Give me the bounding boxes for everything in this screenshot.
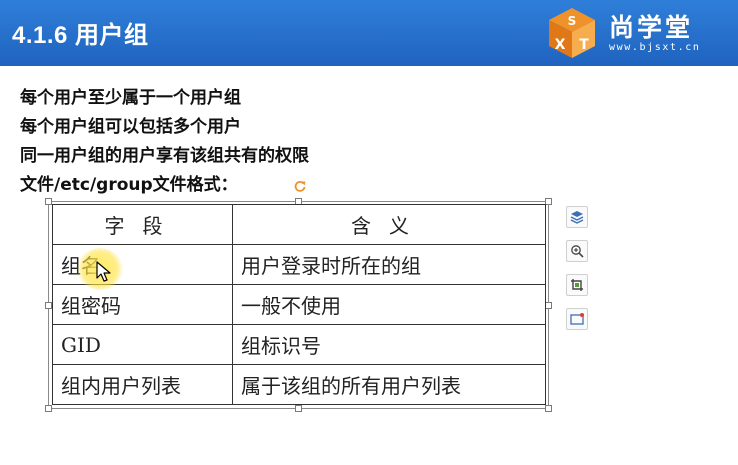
- content-line: 同一用户组的用户享有该组共有的权限: [20, 146, 309, 166]
- logo-letter-x: X: [555, 37, 566, 53]
- content-lines: 每个用户至少属于一个用户组 每个用户组可以包括多个用户 同一用户组的用户享有该组…: [20, 84, 309, 200]
- mouse-pointer-icon: [96, 261, 111, 282]
- meaning-cell: 属于该组的所有用户列表: [232, 364, 546, 405]
- table-row: GID 组标识号: [52, 324, 546, 365]
- slide-title: 4.1.6 用户组: [12, 22, 149, 49]
- field-cell: 组名: [52, 244, 233, 285]
- crop-button[interactable]: [566, 274, 588, 296]
- table-row: 组名 用户登录时所在的组: [52, 244, 546, 285]
- logo-url: www.bjsxt.cn: [609, 42, 701, 53]
- content-line: 每个用户至少属于一个用户组: [20, 88, 241, 108]
- picture-frame-icon: [570, 313, 584, 325]
- table-header-row: 字段 含义: [52, 204, 546, 245]
- table-row: 组内用户列表 属于该组的所有用户列表: [52, 364, 546, 405]
- header-bar: 4.1.6 用户组 S X T 尚学堂 www.bjsxt.cn: [0, 0, 738, 66]
- resize-handle-top-right[interactable]: [545, 198, 552, 205]
- layers-icon: [570, 211, 584, 224]
- resize-handle-bottom[interactable]: [295, 405, 302, 412]
- rotate-handle-icon[interactable]: [293, 179, 307, 193]
- column-header-field: 字段: [52, 204, 233, 245]
- resize-handle-top-left[interactable]: [45, 198, 52, 205]
- content-line: 文件/etc/group文件格式：: [20, 175, 238, 195]
- layers-button[interactable]: [566, 206, 588, 228]
- zoom-button[interactable]: [566, 240, 588, 262]
- resize-handle-right[interactable]: [545, 302, 552, 309]
- group-format-table: 字段 含义 组名 用户登录时所在的组 组密码 一般不使用 GID 组标识号 组内…: [52, 204, 546, 405]
- sxt-logo: S X T 尚学堂 www.bjsxt.cn: [545, 6, 730, 60]
- meaning-cell: 用户登录时所在的组: [232, 244, 546, 285]
- selected-table-object[interactable]: 字段 含义 组名 用户登录时所在的组 组密码 一般不使用 GID 组标识号 组内…: [45, 181, 552, 412]
- zoom-in-icon: [571, 245, 584, 258]
- resize-handle-bottom-right[interactable]: [545, 405, 552, 412]
- crop-icon: [571, 279, 583, 291]
- side-toolbar: [566, 206, 588, 342]
- table-row: 组密码 一般不使用: [52, 284, 546, 325]
- content-line: 每个用户组可以包括多个用户: [20, 117, 241, 137]
- column-header-meaning: 含义: [232, 204, 546, 245]
- logo-mark-icon: S X T: [549, 8, 595, 58]
- meaning-cell: 一般不使用: [232, 284, 546, 325]
- logo-name: 尚学堂: [609, 13, 694, 42]
- field-cell: 组内用户列表: [52, 364, 233, 405]
- resize-handle-left[interactable]: [45, 302, 52, 309]
- logo-letter-t: T: [579, 37, 589, 53]
- slide: 4.1.6 用户组 S X T 尚学堂 www.bjsxt.cn 每个用户至少属…: [0, 0, 738, 465]
- resize-handle-bottom-left[interactable]: [45, 405, 52, 412]
- logo-letter-s: S: [568, 14, 577, 28]
- field-cell: 组密码: [52, 284, 233, 325]
- meaning-cell: 组标识号: [232, 324, 546, 365]
- field-cell: GID: [52, 324, 233, 365]
- picture-frame-button[interactable]: [566, 308, 588, 330]
